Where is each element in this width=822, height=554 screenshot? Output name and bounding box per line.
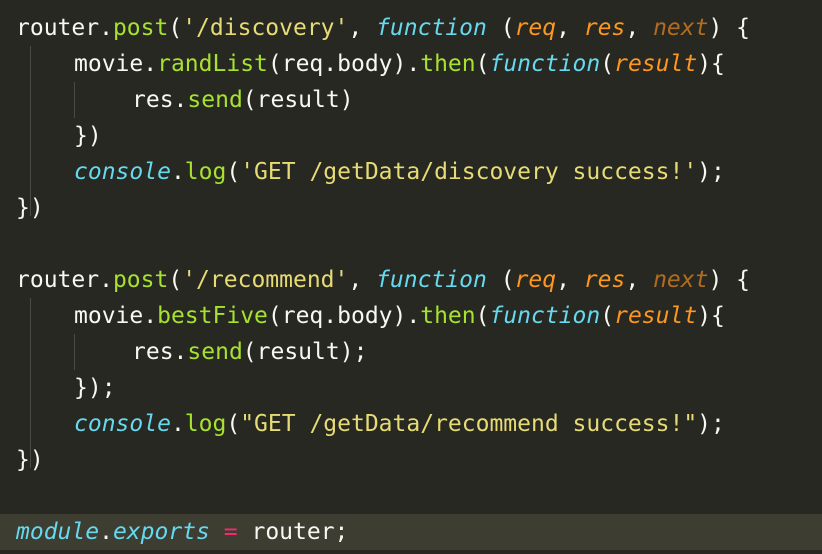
token-router: router: [16, 267, 100, 293]
token-param-res: res: [583, 267, 626, 293]
token-args: (result): [242, 87, 354, 113]
token-close: ){: [697, 51, 725, 77]
code-line-2[interactable]: movie.randList(req.body).then(function(r…: [0, 46, 822, 82]
token-dot: .: [173, 339, 188, 365]
token-dot: .: [170, 411, 185, 437]
token-paren: (: [600, 51, 615, 77]
token-post: post: [112, 267, 169, 293]
token-comma: ,: [348, 267, 377, 293]
token-args: (req.body).: [267, 303, 421, 329]
token-log: log: [184, 159, 227, 185]
token-assign-operator: =: [223, 519, 238, 545]
token-args: (result);: [242, 339, 368, 365]
token-dot: .: [99, 267, 113, 293]
token-paren: (: [226, 411, 241, 437]
code-line-5[interactable]: console.log('GET /getData/discovery succ…: [0, 154, 822, 190]
token-then: then: [420, 51, 476, 77]
token-res: res: [132, 87, 174, 113]
token-function-keyword: function: [376, 15, 487, 41]
token-router: router;: [251, 519, 349, 545]
token-close: );: [697, 411, 725, 437]
token-dot: .: [173, 87, 188, 113]
code-line-3[interactable]: res.send(result): [0, 82, 822, 118]
token-close-brace: });: [74, 375, 116, 401]
token-args: (req.body).: [267, 51, 421, 77]
token-param-result: result: [614, 303, 698, 329]
token-close-brace: }): [16, 195, 44, 221]
code-editor[interactable]: router.post('/discovery', function (req,…: [0, 0, 822, 554]
token-paren: (: [226, 159, 241, 185]
token-movie: movie: [74, 303, 144, 329]
code-line-4[interactable]: }): [0, 118, 822, 154]
token-close-brace: }): [16, 447, 44, 473]
token-paren: (: [168, 267, 183, 293]
token-message-string: 'GET /getData/discovery success!': [240, 159, 698, 185]
token-param-next: next: [653, 15, 709, 41]
token-comma: ,: [625, 267, 654, 293]
token-paren: (: [168, 15, 183, 41]
token-movie: movie: [74, 51, 144, 77]
token-function-keyword: function: [489, 51, 601, 77]
token-paren: (: [475, 51, 490, 77]
code-line-1[interactable]: router.post('/discovery', function (req,…: [0, 10, 822, 46]
token-comma: ,: [625, 15, 654, 41]
token-exports: exports: [112, 519, 210, 545]
token-comma: ,: [556, 15, 584, 41]
token-comma: ,: [556, 267, 584, 293]
token-then: then: [420, 303, 476, 329]
code-line-12[interactable]: console.log("GET /getData/recommend succ…: [0, 406, 822, 442]
token-path-string: '/recommend': [182, 267, 349, 293]
token-paren: (: [475, 303, 490, 329]
token-close: );: [697, 159, 725, 185]
token-dot: .: [99, 15, 113, 41]
token-send: send: [187, 339, 243, 365]
token-log: log: [184, 411, 227, 437]
token-method: bestFive: [157, 303, 268, 329]
token-comma: ,: [348, 15, 377, 41]
token-paren: (: [600, 303, 615, 329]
code-line-13[interactable]: }): [0, 442, 822, 478]
token-param-req: req: [514, 267, 557, 293]
code-line-9[interactable]: movie.bestFive(req.body).then(function(r…: [0, 298, 822, 334]
token-close: ) {: [708, 267, 751, 293]
token-path-string: '/discovery': [182, 15, 349, 41]
code-line-10[interactable]: res.send(result);: [0, 334, 822, 370]
token-param-next: next: [653, 267, 709, 293]
token-close: ){: [697, 303, 725, 329]
token-close-brace: }): [74, 123, 102, 149]
token-console: console: [74, 411, 171, 437]
token-method: randList: [157, 51, 268, 77]
token-function-keyword: function: [376, 267, 487, 293]
token-dot: .: [143, 303, 158, 329]
token-param-req: req: [514, 15, 557, 41]
token-send: send: [187, 87, 243, 113]
code-line-15-current[interactable]: module.exports = router;: [0, 514, 822, 550]
token-paren: (: [500, 267, 515, 293]
token-dot: .: [143, 51, 158, 77]
code-line-11[interactable]: });: [0, 370, 822, 406]
token-console: console: [74, 159, 171, 185]
token-module: module: [16, 519, 100, 545]
code-line-6[interactable]: }): [0, 190, 822, 226]
token-function-keyword: function: [489, 303, 601, 329]
token-res: res: [132, 339, 174, 365]
token-param-result: result: [614, 51, 698, 77]
token-post: post: [112, 15, 169, 41]
token-router: router: [16, 15, 100, 41]
token-close: ) {: [708, 15, 751, 41]
code-line-8[interactable]: router.post('/recommend', function (req,…: [0, 262, 822, 298]
token-param-res: res: [583, 15, 626, 41]
code-line-14[interactable]: [0, 478, 822, 514]
token-dot: .: [99, 519, 113, 545]
token-message-string: "GET /getData/recommend success!": [240, 411, 698, 437]
code-line-7[interactable]: [0, 226, 822, 262]
token-paren: (: [500, 15, 515, 41]
token-dot: .: [170, 159, 185, 185]
